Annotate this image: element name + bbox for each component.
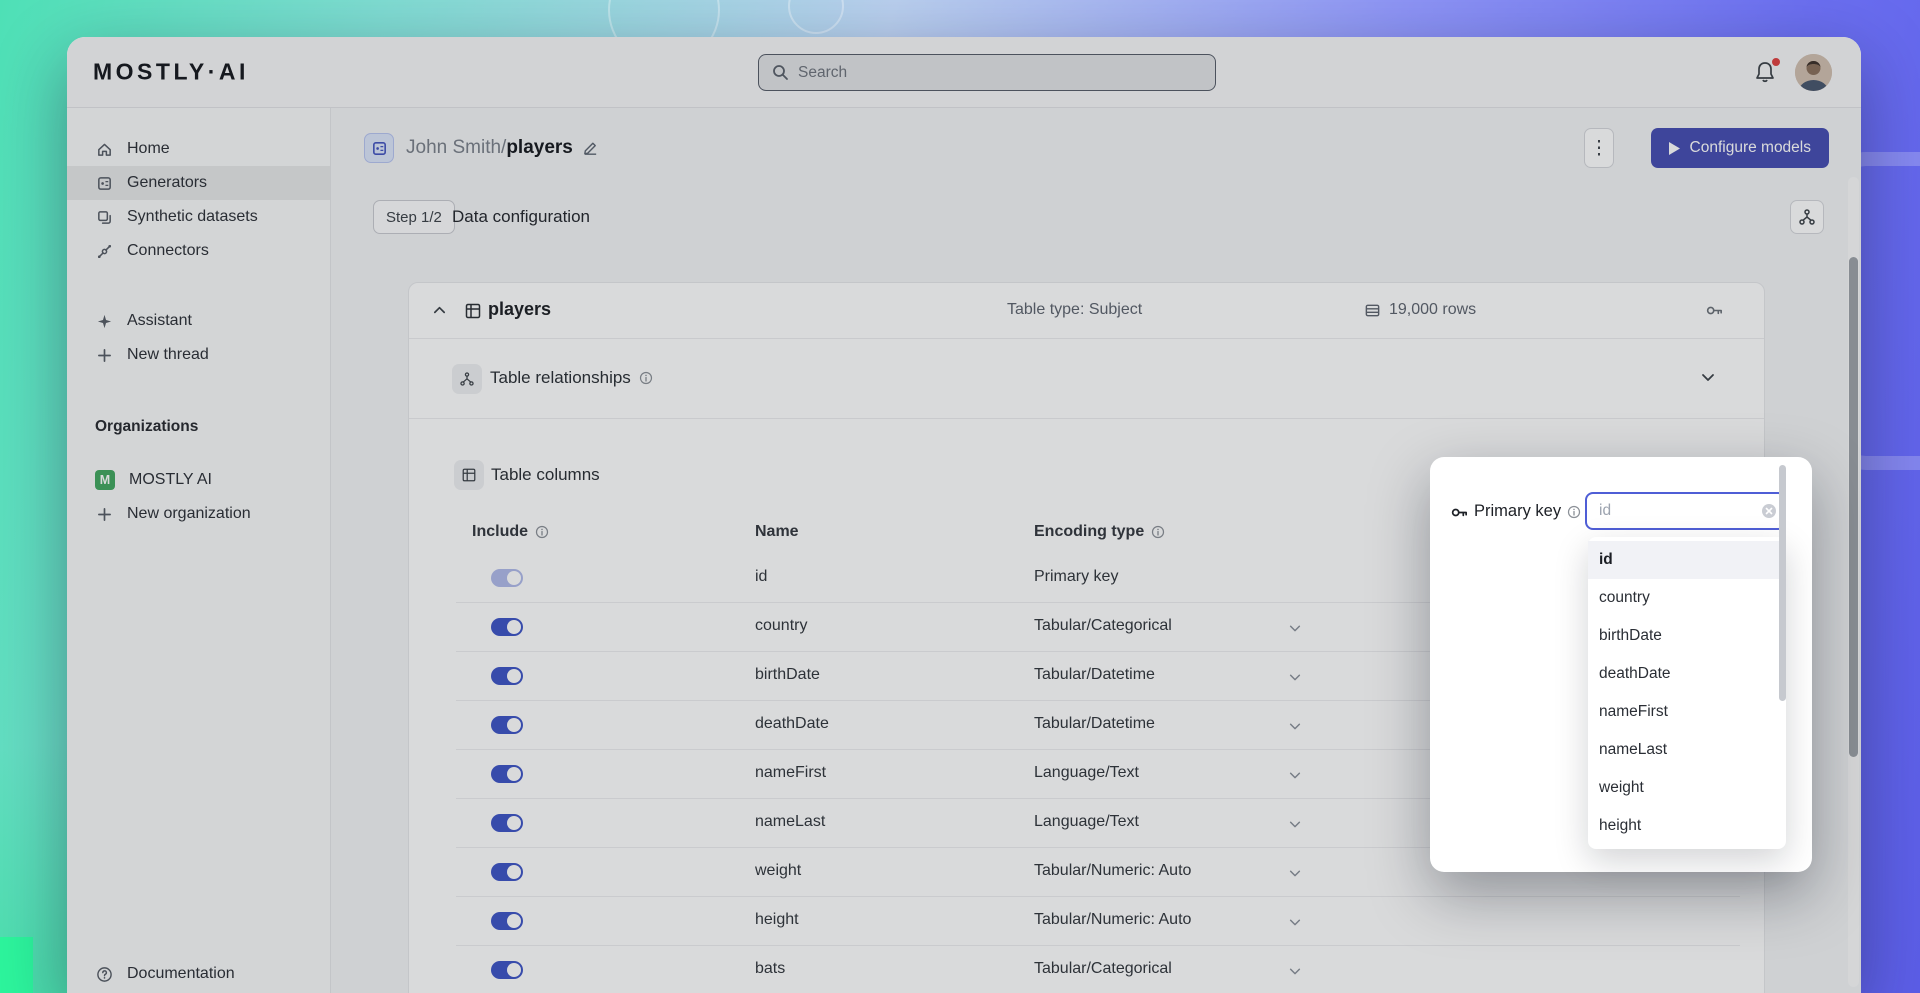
dropdown-option[interactable]: nameLast [1588,731,1786,769]
dropdown-option[interactable]: weight [1588,769,1786,807]
primary-key-label: Primary key [1474,502,1561,521]
dropdown-scrollbar-thumb[interactable] [1779,465,1786,701]
primary-key-popover: Primary key id country birthDate deathDa… [1430,457,1812,872]
dropdown-option[interactable]: height [1588,807,1786,845]
desktop-background: MOSTLY·AI Home Generat [0,0,1920,993]
dropdown-option[interactable]: country [1588,579,1786,617]
dropdown-option[interactable]: nameFirst [1588,693,1786,731]
dropdown-option[interactable]: deathDate [1588,655,1786,693]
dropdown-option[interactable]: id [1588,541,1786,579]
app-window: MOSTLY·AI Home Generat [67,37,1861,993]
clear-input-icon[interactable] [1761,503,1777,519]
dropdown-option[interactable]: birthDate [1588,617,1786,655]
key-icon [1450,503,1469,522]
primary-key-dropdown: id country birthDate deathDate nameFirst… [1588,537,1786,849]
primary-key-combobox-input[interactable] [1585,492,1786,530]
background-accent-square [0,937,33,993]
info-icon [1567,505,1581,519]
background-decoration-circle [788,0,844,34]
